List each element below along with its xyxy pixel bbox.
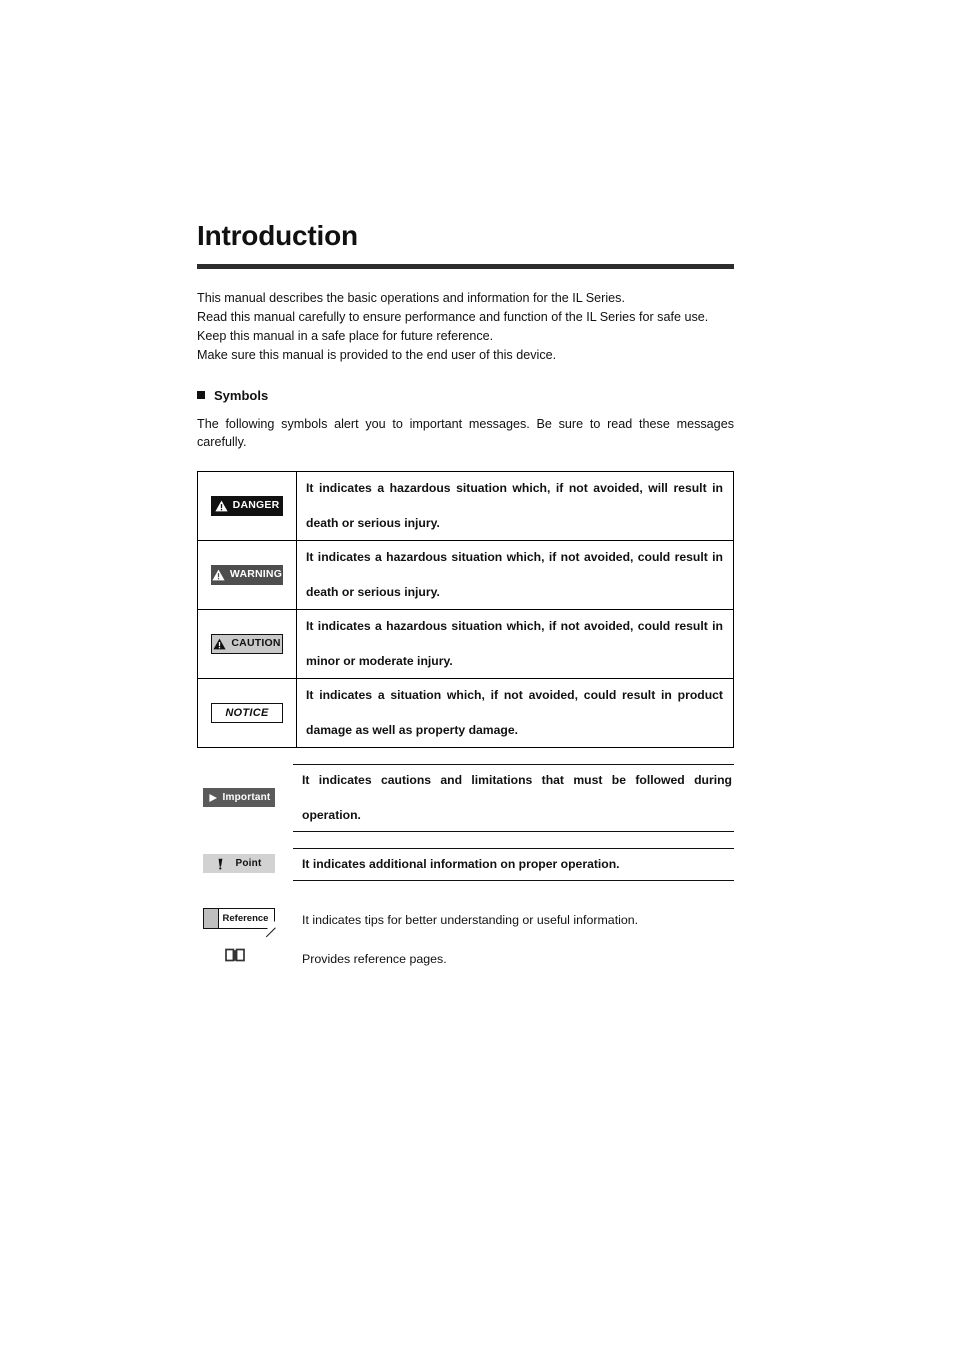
- point-description-cell: It indicates additional information on p…: [293, 847, 734, 882]
- table-row: NOTICE It indicates a situation which, i…: [197, 678, 734, 748]
- notice-badge: NOTICE: [211, 703, 283, 724]
- table-row: DANGER It indicates a hazardous situatio…: [197, 471, 734, 542]
- page-title: Introduction: [197, 220, 358, 251]
- danger-badge: DANGER: [211, 495, 283, 516]
- important-description-cell: It indicates cautions and limitations th…: [293, 764, 734, 832]
- warning-description-line-1: It indicates a hazardous situation which…: [306, 550, 723, 565]
- intro-paragraph: This manual describes the basic operatio…: [197, 289, 734, 366]
- caution-badge-label: CAUTION: [231, 637, 281, 650]
- caution-badge-cell: CAUTION: [197, 609, 297, 680]
- danger-badge-label: DANGER: [232, 499, 280, 512]
- important-badge-label: Important: [222, 791, 271, 803]
- notice-badge-label: NOTICE: [225, 706, 269, 719]
- open-book-icon: [225, 948, 245, 961]
- symbols-heading-label: Symbols: [214, 387, 269, 403]
- reference-badge-cell: Reference: [197, 905, 293, 938]
- warning-triangle-icon: [213, 638, 226, 649]
- document-page: Introduction This manual describes the b…: [0, 0, 954, 1350]
- intro-line-4: Make sure this manual is provided to the…: [197, 348, 557, 363]
- reference-page-icon: [204, 909, 219, 929]
- important-description-line-1: It indicates cautions and limitations th…: [302, 773, 732, 787]
- table-row: WARNING It indicates a hazardous situati…: [197, 540, 734, 611]
- point-badge-cell: Point: [197, 848, 293, 880]
- warning-triangle-icon: [212, 569, 225, 580]
- page-content: Introduction This manual describes the b…: [197, 222, 734, 975]
- table-row: Provides reference pages.: [197, 937, 734, 975]
- table-row: Reference It indicates tips for better u…: [197, 905, 734, 938]
- notice-description-cell: It indicates a situation which, if not a…: [296, 678, 734, 748]
- caution-description-line-1: It indicates a hazardous situation which…: [306, 619, 723, 634]
- play-triangle-icon: [208, 793, 217, 802]
- table-row: Point It indicates additional informatio…: [197, 847, 734, 882]
- important-note-table: Important It indicates cautions and limi…: [197, 764, 734, 832]
- important-badge: Important: [203, 788, 275, 808]
- important-badge-cell: Important: [197, 765, 293, 832]
- point-badge: Point: [203, 854, 275, 874]
- notice-description-line-1: It indicates a situation which, if not a…: [306, 688, 723, 703]
- caution-badge: CAUTION: [211, 633, 283, 654]
- warning-description-cell: It indicates a hazardous situation which…: [296, 540, 734, 611]
- title-divider-rule: [197, 264, 734, 269]
- table-row: CAUTION It indicates a hazardous situati…: [197, 609, 734, 680]
- danger-description-line-2: death or serious injury.: [306, 515, 440, 530]
- book-icon-cell: [197, 937, 293, 975]
- danger-description-line-1: It indicates a hazardous situation which…: [306, 481, 723, 496]
- intro-line-1: This manual describes the basic operatio…: [197, 291, 625, 305]
- danger-description-cell: It indicates a hazardous situation which…: [296, 471, 734, 542]
- reference-rows-table: Reference It indicates tips for better u…: [197, 905, 734, 975]
- intro-line-3: Keep this manual in a safe place for fut…: [197, 329, 494, 344]
- point-badge-label: Point: [235, 857, 262, 869]
- table-row: Important It indicates cautions and limi…: [197, 764, 734, 832]
- notice-description-line-2: damage as well as property damage.: [306, 722, 519, 737]
- intro-line-2: Read this manual carefully to ensure per…: [197, 310, 709, 325]
- book-description-cell: Provides reference pages.: [302, 951, 447, 966]
- point-note-table: Point It indicates additional informatio…: [197, 847, 734, 882]
- important-description-line-2: operation.: [302, 807, 361, 822]
- warning-triangle-icon: [215, 500, 228, 511]
- pen-nib-icon: [218, 858, 222, 870]
- reference-description-cell: It indicates tips for better understandi…: [302, 913, 639, 928]
- square-bullet-icon: [197, 391, 205, 400]
- reference-badge: Reference: [203, 908, 276, 938]
- symbols-section-heading: Symbols: [197, 388, 734, 403]
- notice-badge-cell: NOTICE: [197, 678, 297, 748]
- warning-badge-label: WARNING: [229, 568, 283, 581]
- warning-badge: WARNING: [211, 564, 283, 585]
- warning-badge-cell: WARNING: [197, 540, 297, 611]
- caution-description-line-2: minor or moderate injury.: [306, 653, 453, 668]
- warning-description-line-2: death or serious injury.: [306, 584, 440, 599]
- hazard-symbols-table: DANGER It indicates a hazardous situatio…: [197, 471, 734, 748]
- point-description-line-1: It indicates additional information on p…: [302, 856, 620, 871]
- symbols-description-paragraph: The following symbols alert you to impor…: [197, 416, 734, 449]
- danger-badge-cell: DANGER: [197, 471, 297, 542]
- caution-description-cell: It indicates a hazardous situation which…: [296, 609, 734, 680]
